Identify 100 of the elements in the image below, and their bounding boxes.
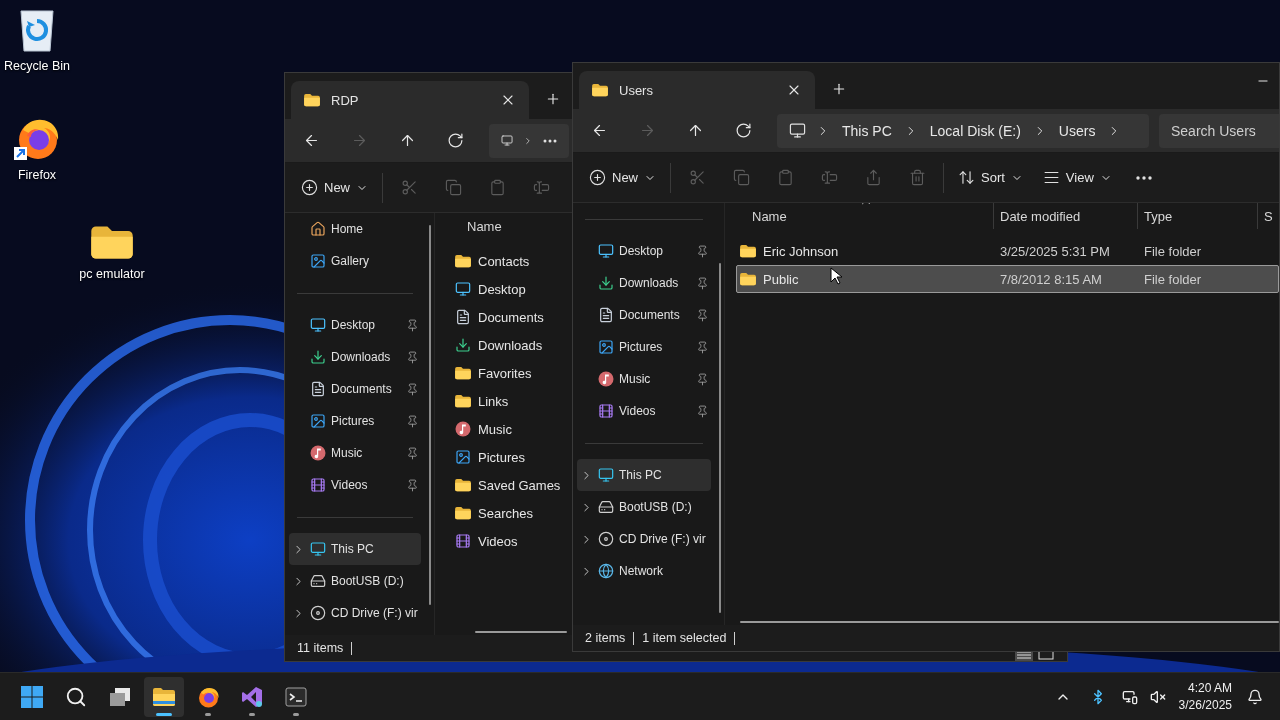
file-name: Contacts <box>478 253 530 269</box>
download-icon <box>455 337 471 353</box>
breadcrumb[interactable]: Local Disk (E:) <box>927 120 1023 141</box>
nav-item[interactable]: Pictures <box>577 331 711 363</box>
nav-item[interactable]: Music <box>577 363 711 395</box>
file-name: Documents <box>478 309 544 325</box>
scrollbar[interactable] <box>719 263 721 613</box>
file-row[interactable]: Pictures <box>451 443 565 471</box>
file-row[interactable]: Downloads <box>451 331 565 359</box>
nav-item[interactable]: Downloads <box>289 341 421 373</box>
nav-item[interactable]: This PC <box>577 459 711 491</box>
desktop-shortcut[interactable]: pc emulator <box>74 222 150 283</box>
nav-item[interactable]: Music <box>289 437 421 469</box>
clock-button[interactable]: 4:20 AM 3/26/2025 <box>1172 679 1238 714</box>
nav-item[interactable]: Documents <box>289 373 421 405</box>
file-row[interactable]: Favorites <box>451 359 565 387</box>
file-row[interactable]: Saved Games <box>451 471 565 499</box>
nav-item[interactable]: BootUSB (D:) <box>577 491 711 523</box>
nav-item[interactable]: Desktop <box>577 235 711 267</box>
search-field[interactable]: Search Users <box>1159 113 1279 148</box>
film-icon <box>310 477 326 493</box>
column-header[interactable]: S <box>1258 203 1279 229</box>
column-header[interactable]: Type <box>1138 203 1258 229</box>
document-icon <box>455 309 471 325</box>
address-bar[interactable] <box>489 123 569 158</box>
nav-item[interactable]: Gallery <box>289 245 421 277</box>
nav-item[interactable]: CD Drive (F:) vir <box>577 523 711 555</box>
file-row[interactable]: Videos <box>451 527 565 555</box>
drive-icon <box>598 499 614 515</box>
screen-icon <box>598 243 614 259</box>
file-name: Pictures <box>478 449 525 465</box>
globe-icon <box>598 563 614 579</box>
nav-item[interactable]: Videos <box>289 469 421 501</box>
nav-item[interactable]: This PC <box>289 533 421 565</box>
nav-item[interactable]: Videos <box>577 395 711 427</box>
scrollbar[interactable] <box>429 225 431 605</box>
date-cell-text: 3/25/2025 5:31 PM <box>999 243 1111 259</box>
window-tab[interactable]: Users <box>579 71 815 109</box>
file-row[interactable]: Contacts <box>451 247 565 275</box>
document-icon <box>310 381 326 397</box>
trash-bin-icon <box>17 7 57 53</box>
file-row[interactable]: Links <box>451 387 565 415</box>
type-cell-text: File folder <box>1143 271 1203 287</box>
scrollbar[interactable] <box>740 621 1279 623</box>
column-header[interactable]: Name <box>453 213 565 239</box>
picture-icon <box>310 253 326 269</box>
window-tab[interactable]: RDP <box>291 81 529 119</box>
folder-icon <box>591 83 609 97</box>
desktop-shortcut[interactable]: Firefox <box>0 112 75 184</box>
nav-item[interactable]: Downloads <box>577 267 711 299</box>
file-name: Favorites <box>478 365 532 381</box>
screen-icon <box>455 281 471 297</box>
address-bar[interactable]: This PC Local Disk (E:) Users <box>777 113 1149 148</box>
file-name: Public <box>763 271 799 287</box>
nav-item[interactable]: Pictures <box>289 405 421 437</box>
column-header[interactable]: Date modified <box>994 203 1138 229</box>
picture-icon <box>310 413 326 429</box>
overlapping-windows-icon <box>109 686 131 707</box>
sort-button[interactable]: Sort <box>948 159 1033 196</box>
date-cell-text: 7/8/2012 8:15 AM <box>999 271 1103 287</box>
picture-icon <box>455 449 471 465</box>
sort-icon <box>958 169 975 186</box>
folder-icon <box>303 93 321 107</box>
screen-icon <box>310 317 326 333</box>
breadcrumb[interactable]: Users <box>1056 120 1098 141</box>
monitor-icon <box>598 467 614 483</box>
file-name: Music <box>478 421 512 437</box>
nav-item[interactable]: CD Drive (F:) vir <box>289 597 421 629</box>
nav-item[interactable]: BootUSB (D:) <box>289 565 421 597</box>
file-row[interactable]: Music <box>451 415 565 443</box>
monitor-icon <box>501 132 514 149</box>
file-name: Eric Johnson <box>763 243 839 259</box>
status-text: 2 items <box>585 631 635 645</box>
file-row[interactable]: Public 7/8/2012 8:15 AM File folder <box>736 265 1279 293</box>
plus-icon <box>831 81 847 97</box>
lines-icon <box>1042 169 1060 186</box>
file-row[interactable]: Eric Johnson 3/25/2025 5:31 PM File folder <box>736 237 1279 265</box>
folder-icon <box>739 244 757 258</box>
file-row[interactable]: Desktop <box>451 275 565 303</box>
nav-item[interactable]: Documents <box>577 299 711 331</box>
new-button[interactable]: New <box>579 159 666 196</box>
nav-item[interactable]: Desktop <box>289 309 421 341</box>
scrollbar[interactable] <box>475 631 567 633</box>
column-header[interactable]: Name <box>738 203 994 229</box>
music-icon <box>310 445 326 461</box>
network-icon <box>1121 688 1138 705</box>
breadcrumb[interactable]: This PC <box>840 120 894 141</box>
file-name: Links <box>478 393 509 409</box>
nav-item[interactable]: Home <box>289 213 421 245</box>
desktop-shortcut[interactable]: Recycle Bin <box>0 5 75 75</box>
file-row[interactable]: Searches <box>451 499 565 527</box>
disc-icon <box>310 605 326 621</box>
muted-speaker-icon <box>1149 688 1166 705</box>
file-row[interactable]: Documents <box>451 303 565 331</box>
file-name: Videos <box>478 533 518 549</box>
monitor-icon <box>310 541 326 557</box>
view-button[interactable]: View <box>1032 159 1122 196</box>
new-button[interactable]: New <box>291 169 378 206</box>
taskbar-button[interactable] <box>144 676 184 717</box>
nav-item[interactable]: Network <box>577 555 711 587</box>
